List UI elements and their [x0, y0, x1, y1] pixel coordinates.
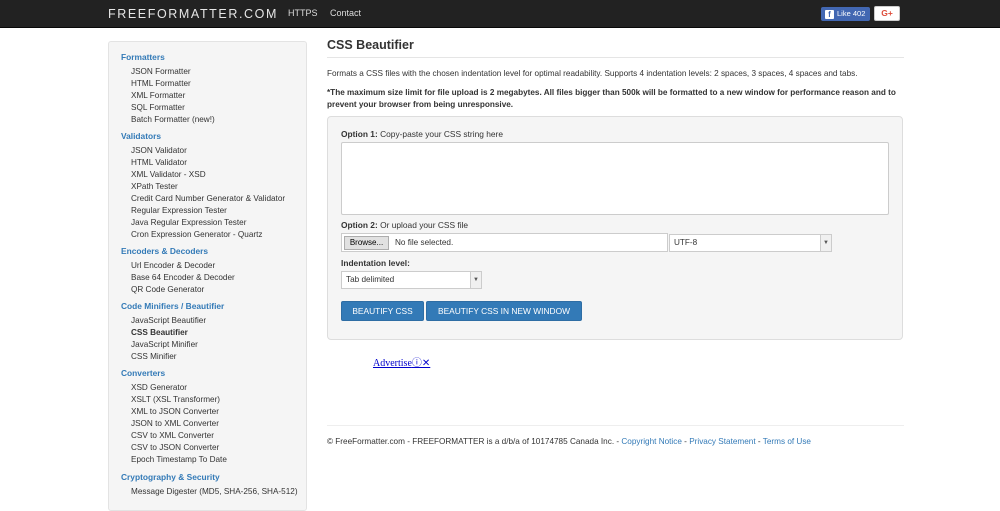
browse-button[interactable]: Browse...	[344, 236, 389, 250]
sidebar-item[interactable]: CSS Beautifier	[131, 328, 188, 337]
footer: © FreeFormatter.com - FREEFORMATTER is a…	[327, 437, 811, 446]
footer-separator: -	[755, 437, 763, 446]
sidebar-item[interactable]: JavaScript Beautifier	[131, 316, 206, 325]
site-logo[interactable]: FREEFORMATTER.COM	[108, 7, 278, 21]
sidebar-item[interactable]: HTML Formatter	[131, 79, 191, 88]
sidebar-item[interactable]: Epoch Timestamp To Date	[131, 455, 227, 464]
css-input-textarea[interactable]	[341, 142, 889, 215]
sidebar-item[interactable]: XML Validator - XSD	[131, 170, 206, 179]
encoding-select[interactable]: UTF-8 ▼	[669, 234, 832, 252]
sidebar-item[interactable]: XML to JSON Converter	[131, 407, 219, 416]
file-status: No file selected.	[395, 238, 454, 247]
chevron-down-icon: ▼	[820, 235, 831, 251]
sidebar-item[interactable]: HTML Validator	[131, 158, 187, 167]
chevron-down-icon: ▼	[470, 272, 481, 288]
sidebar-item[interactable]: JSON Formatter	[131, 67, 191, 76]
sidebar-item[interactable]: CSS Minifier	[131, 352, 177, 361]
sidebar-item[interactable]: Cron Expression Generator - Quartz	[131, 230, 263, 239]
fb-like-count: 402	[852, 9, 866, 18]
sidebar-category: Converters	[121, 368, 166, 378]
option2-label: Option 2: Or upload your CSS file	[341, 220, 468, 230]
sidebar-item[interactable]: JSON Validator	[131, 146, 187, 155]
indentation-label: Indentation level:	[341, 258, 410, 268]
sidebar-category: Cryptography & Security	[121, 472, 220, 482]
tool-description: Formats a CSS files with the chosen inde…	[327, 69, 858, 78]
beautify-css-new-window-button[interactable]: BEAUTIFY CSS IN NEW WINDOW	[426, 301, 582, 321]
fb-like-label: Like	[837, 9, 851, 18]
sidebar-item[interactable]: QR Code Generator	[131, 285, 204, 294]
sidebar-category: Code Minifiers / Beautifier	[121, 301, 225, 311]
sidebar-item[interactable]: CSV to JSON Converter	[131, 443, 219, 452]
sidebar-item[interactable]: XML Formatter	[131, 91, 185, 100]
beautifier-form: Option 1: Copy-paste your CSS string her…	[327, 116, 903, 340]
sidebar-category: Validators	[121, 131, 162, 141]
advertise-label[interactable]: Advertise	[373, 358, 412, 369]
ad-info-close-icon[interactable]: ⓘ✕	[412, 358, 430, 369]
sidebar-item[interactable]: Batch Formatter (new!)	[131, 115, 215, 124]
sidebar-item[interactable]: Url Encoder & Decoder	[131, 261, 215, 270]
privacy-statement-link[interactable]: Privacy Statement	[689, 437, 755, 446]
top-navbar: FREEFORMATTER.COM HTTPS Contact f Like 40…	[0, 0, 1000, 28]
sidebar-category: Encoders & Decoders	[121, 246, 209, 256]
title-divider	[327, 57, 904, 58]
terms-of-use-link[interactable]: Terms of Use	[763, 437, 811, 446]
option2-text: Or upload your CSS file	[380, 220, 469, 230]
sidebar-item[interactable]: XSD Generator	[131, 383, 187, 392]
footer-copyright: © FreeFormatter.com - FREEFORMATTER is a…	[327, 437, 622, 446]
nav-https-link[interactable]: HTTPS	[288, 8, 318, 18]
option2-prefix: Option 2:	[341, 220, 378, 230]
sidebar-item[interactable]: Regular Expression Tester	[131, 206, 227, 215]
file-upload-input[interactable]: Browse... No file selected.	[341, 233, 668, 252]
sidebar-item[interactable]: Java Regular Expression Tester	[131, 218, 246, 227]
sidebar-item[interactable]: SQL Formatter	[131, 103, 185, 112]
option1-label: Option 1: Copy-paste your CSS string her…	[341, 129, 503, 139]
footer-divider	[327, 425, 904, 426]
sidebar-item[interactable]: XPath Tester	[131, 182, 178, 191]
nav-contact-link[interactable]: Contact	[330, 8, 361, 18]
sidebar-category: Formatters	[121, 52, 165, 62]
sidebar-item[interactable]: XSLT (XSL Transformer)	[131, 395, 220, 404]
upload-size-warning: *The maximum size limit for file upload …	[327, 88, 896, 109]
sidebar: Formatters JSON Formatter HTML Formatter XM…	[108, 41, 307, 511]
sidebar-item[interactable]: Base 64 Encoder & Decoder	[131, 273, 235, 282]
facebook-like-button[interactable]: f Like 402	[821, 7, 870, 21]
option1-prefix: Option 1:	[341, 129, 378, 139]
sidebar-item[interactable]: JSON to XML Converter	[131, 419, 219, 428]
indentation-value: Tab delimited	[346, 275, 395, 284]
indentation-select[interactable]: Tab delimited ▼	[341, 271, 482, 289]
copyright-notice-link[interactable]: Copyright Notice	[621, 437, 682, 446]
advertise-link[interactable]: Advertiseⓘ✕	[373, 354, 430, 369]
thumbs-up-icon: f	[825, 10, 834, 19]
page-title: CSS Beautifier	[327, 38, 414, 52]
sidebar-item[interactable]: Credit Card Number Generator & Validator	[131, 194, 285, 203]
sidebar-item[interactable]: CSV to XML Converter	[131, 431, 214, 440]
encoding-value: UTF-8	[674, 238, 698, 247]
sidebar-item[interactable]: Message Digester (MD5, SHA-256, SHA-512)	[131, 487, 298, 496]
beautify-css-button[interactable]: BEAUTIFY CSS	[341, 301, 424, 321]
sidebar-item[interactable]: JavaScript Minifier	[131, 340, 198, 349]
option1-text: Copy-paste your CSS string here	[380, 129, 503, 139]
indentation-label-text: Indentation level:	[341, 258, 410, 268]
google-plus-button[interactable]: G+	[874, 6, 900, 21]
